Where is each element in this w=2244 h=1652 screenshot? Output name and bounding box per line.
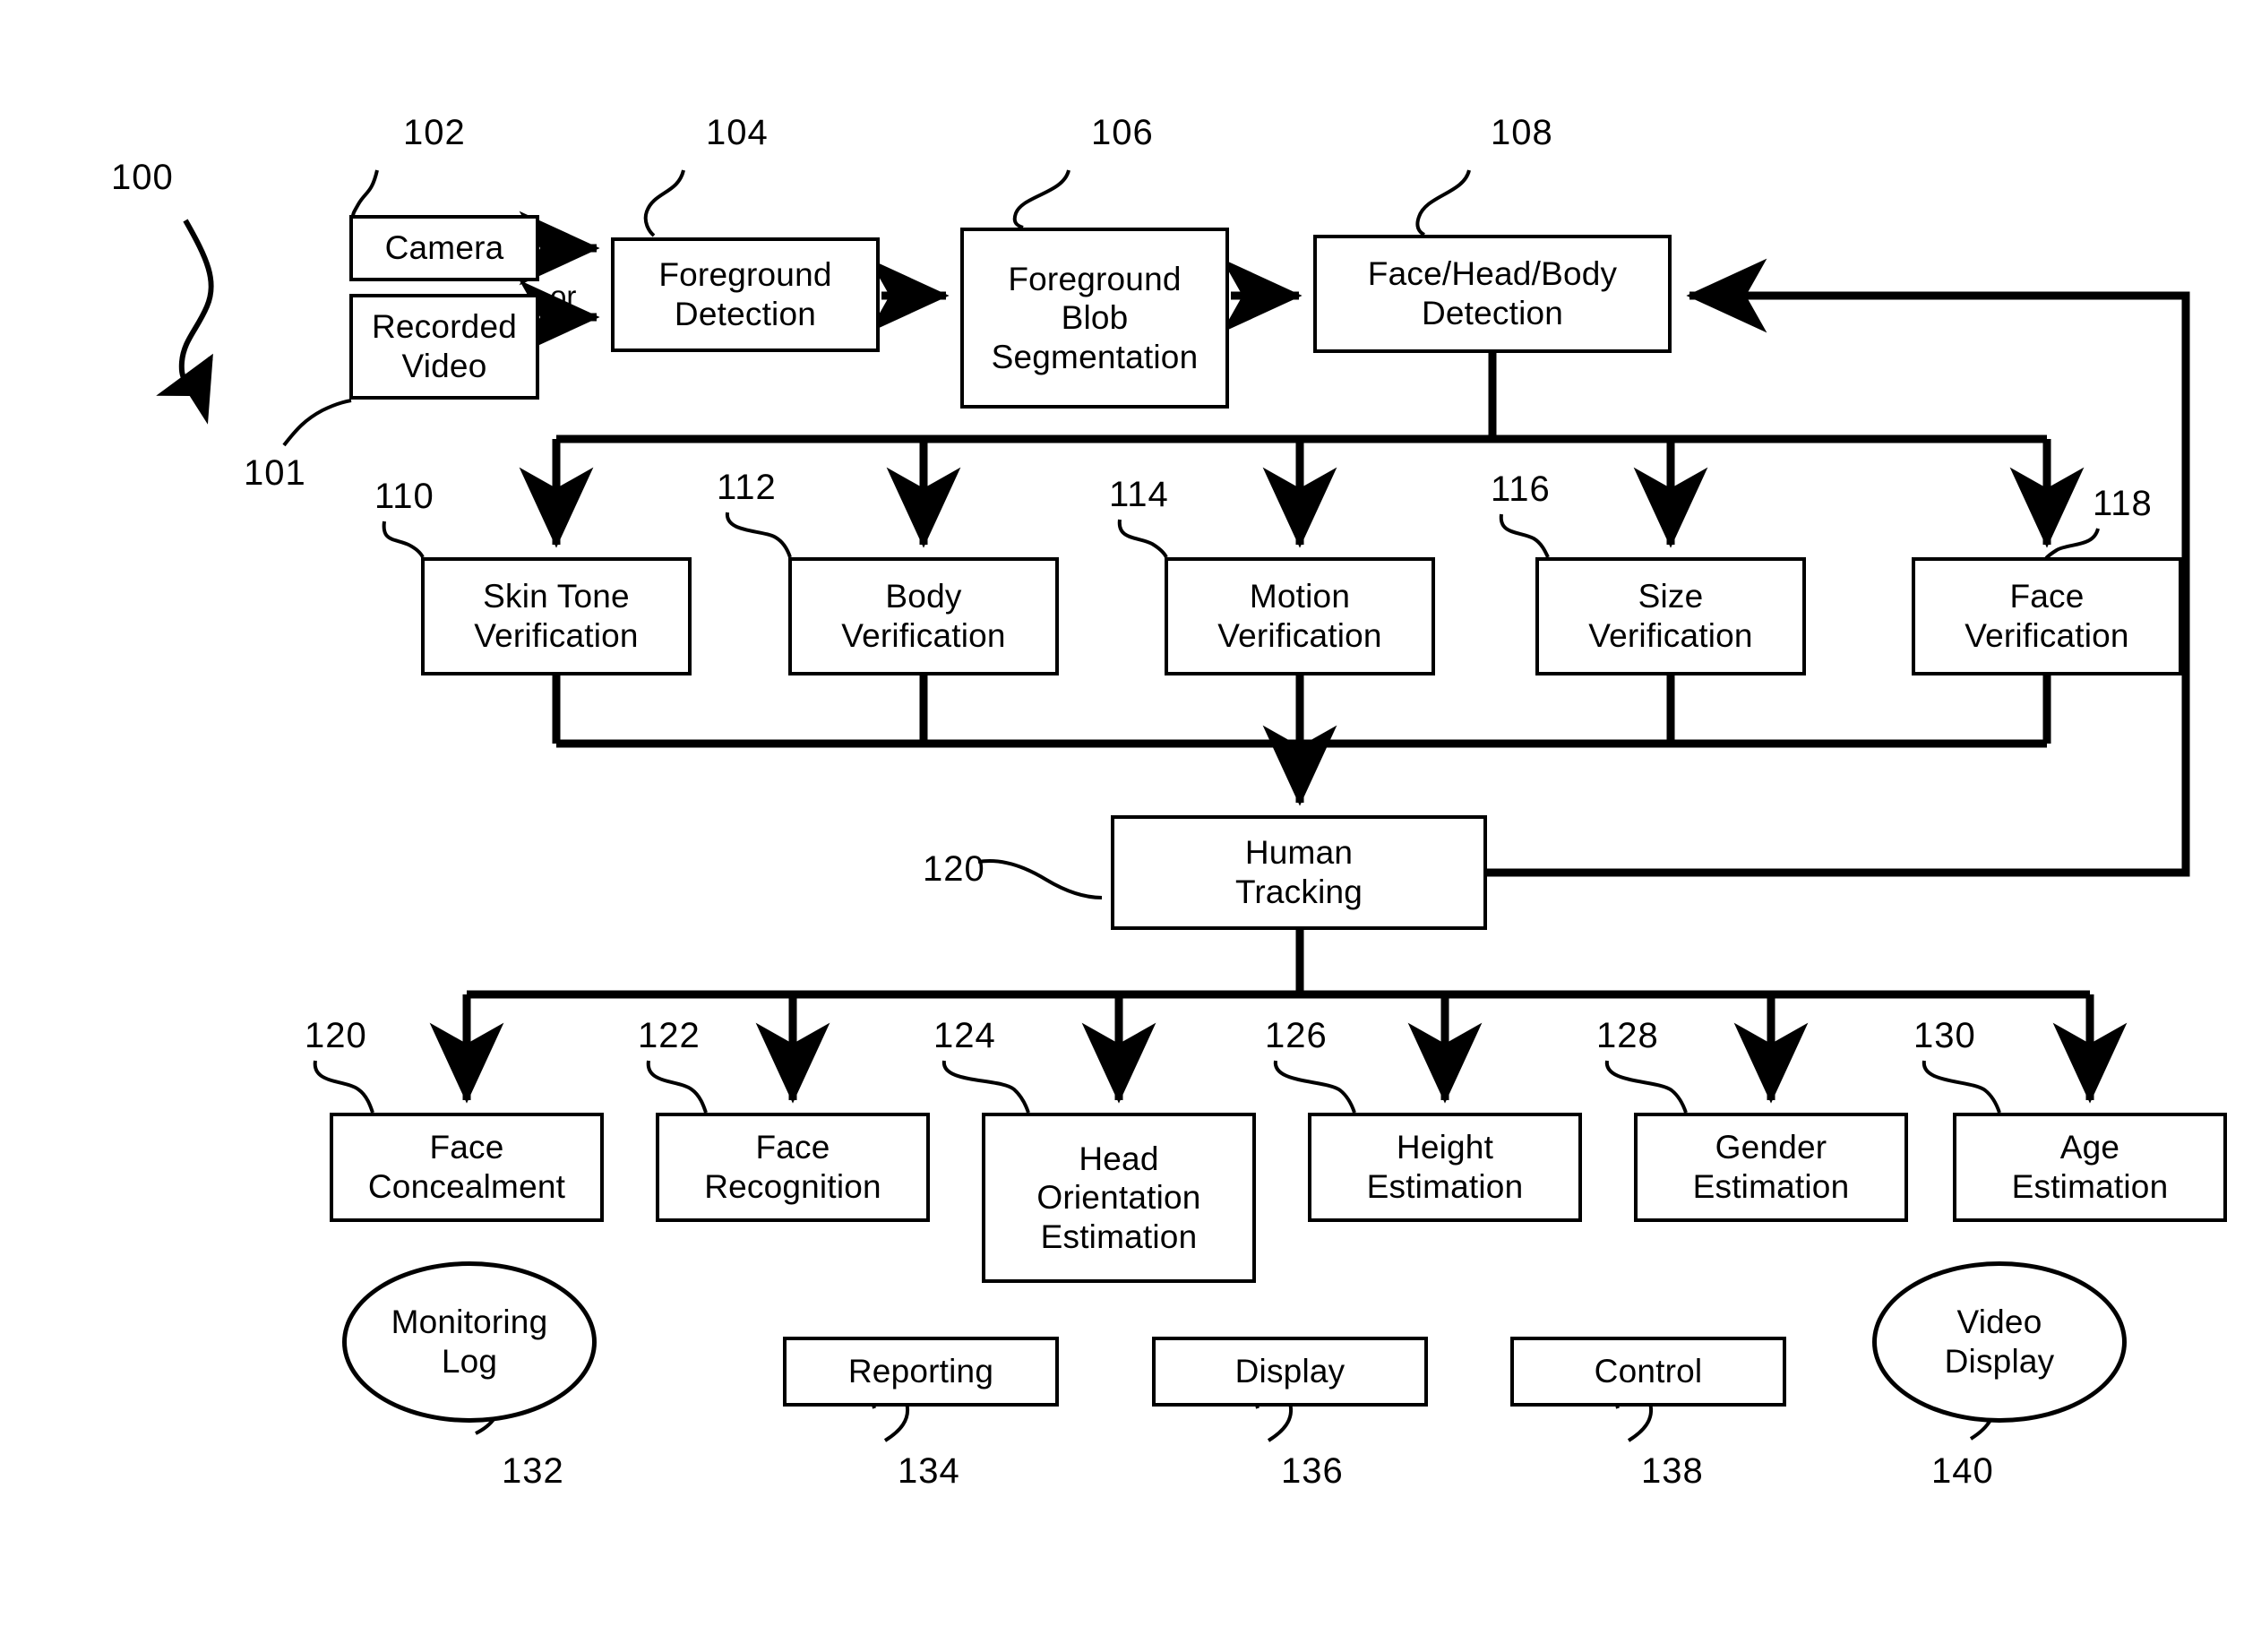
node-body-verification[interactable]: Body Verification xyxy=(788,557,1059,675)
node-height-estimation[interactable]: Height Estimation xyxy=(1308,1113,1582,1222)
reference-numeral-116: 116 xyxy=(1491,469,1551,509)
reference-numeral-120-concealment: 120 xyxy=(305,1016,367,1055)
reference-numeral-132: 132 xyxy=(502,1451,564,1491)
reference-numeral-102: 102 xyxy=(403,113,466,152)
reference-numeral-106: 106 xyxy=(1091,113,1154,152)
reference-numeral-100: 100 xyxy=(111,158,174,197)
node-display[interactable]: Display xyxy=(1152,1337,1428,1407)
node-age-estimation[interactable]: Age Estimation xyxy=(1953,1113,2227,1222)
node-skin-tone-verification[interactable]: Skin Tone Verification xyxy=(421,557,692,675)
verification-fanout-bus xyxy=(519,353,2085,548)
verification-fanin-bus xyxy=(552,675,2051,806)
reference-numeral-114: 114 xyxy=(1109,475,1169,514)
reference-numeral-134: 134 xyxy=(898,1451,960,1491)
reference-numeral-120-tracking: 120 xyxy=(923,849,985,889)
reference-numeral-130: 130 xyxy=(1913,1016,1976,1055)
patent-figure: Camera Recorded Video Foreground Detecti… xyxy=(0,0,2244,1652)
reference-numeral-112: 112 xyxy=(717,468,777,507)
reference-numeral-104: 104 xyxy=(706,113,769,152)
node-face-head-body-detection[interactable]: Face/Head/Body Detection xyxy=(1313,235,1672,353)
reference-numeral-138: 138 xyxy=(1641,1451,1704,1491)
node-foreground-detection[interactable]: Foreground Detection xyxy=(611,237,880,352)
node-face-verification[interactable]: Face Verification xyxy=(1912,557,2182,675)
node-human-tracking[interactable]: Human Tracking xyxy=(1111,815,1487,930)
node-face-concealment[interactable]: Face Concealment xyxy=(330,1113,604,1222)
node-camera[interactable]: Camera xyxy=(349,215,539,281)
estimation-fanout-bus xyxy=(429,930,2128,1104)
node-gender-estimation[interactable]: Gender Estimation xyxy=(1634,1113,1908,1222)
node-video-display[interactable]: Video Display xyxy=(1872,1261,2127,1423)
node-size-verification[interactable]: Size Verification xyxy=(1535,557,1806,675)
node-motion-verification[interactable]: Motion Verification xyxy=(1165,557,1435,675)
reference-numeral-140: 140 xyxy=(1931,1451,1994,1491)
reference-numeral-128: 128 xyxy=(1596,1016,1659,1055)
reference-numeral-126: 126 xyxy=(1265,1016,1328,1055)
node-head-orientation-estimation[interactable]: Head Orientation Estimation xyxy=(982,1113,1256,1283)
reference-numeral-110: 110 xyxy=(374,477,434,516)
node-recorded-video[interactable]: Recorded Video xyxy=(349,294,539,400)
figure-pointer-arrow xyxy=(156,219,214,425)
reference-numeral-118: 118 xyxy=(2093,484,2153,523)
node-monitoring-log[interactable]: Monitoring Log xyxy=(342,1261,597,1423)
node-foreground-blob-segmentation[interactable]: Foreground Blob Segmentation xyxy=(960,228,1229,409)
reference-numeral-108: 108 xyxy=(1491,113,1553,152)
node-face-recognition[interactable]: Face Recognition xyxy=(656,1113,930,1222)
connector-label-or: or xyxy=(550,280,577,313)
reference-numeral-136: 136 xyxy=(1281,1451,1344,1491)
reference-numeral-122: 122 xyxy=(638,1016,701,1055)
node-reporting[interactable]: Reporting xyxy=(783,1337,1059,1407)
reference-numeral-124: 124 xyxy=(933,1016,996,1055)
reference-numeral-101: 101 xyxy=(244,453,306,493)
node-control[interactable]: Control xyxy=(1510,1337,1786,1407)
